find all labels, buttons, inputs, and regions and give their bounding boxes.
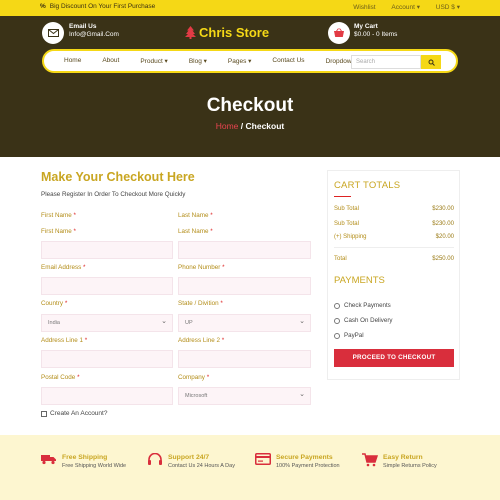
nav-pages[interactable]: Pages ▾	[228, 57, 252, 65]
top-bar: % Big Discount On Your First Purchase Wis…	[0, 0, 500, 16]
payment-paypal[interactable]: PayPal	[334, 332, 364, 339]
first-name-label: First Name *	[41, 228, 76, 235]
cart-label: My Cart	[354, 23, 378, 30]
cart-row: Sub Total $230.00	[334, 221, 454, 227]
country-select[interactable]: India	[41, 314, 173, 332]
payments-title: PAYMENTS	[334, 275, 385, 286]
cart-value: $0.00 - 0 Items	[354, 31, 398, 38]
breadcrumb: Home / Checkout	[0, 121, 500, 131]
feature-title: Support 24/7	[168, 454, 210, 461]
basket-icon[interactable]	[328, 22, 350, 44]
email-value[interactable]: Info@Gmail.Com	[69, 31, 119, 39]
phone-label: Phone Number *	[178, 264, 225, 271]
wishlist-link[interactable]: Wishlist	[353, 4, 375, 11]
state-label: State / Divition *	[178, 300, 223, 307]
feature-title: Secure Payments	[276, 454, 333, 461]
cart-row: (+) Shipping $20.00	[334, 234, 454, 240]
checkout-form-subtitle: Please Register In Order To Checkout Mor…	[41, 191, 186, 198]
cart-icon	[362, 453, 378, 467]
nav-contact[interactable]: Contact Us	[272, 57, 304, 65]
feature-support: Support 24/7 Contact Us 24 Hours A Day	[147, 453, 235, 470]
radio-button[interactable]	[334, 302, 340, 309]
cart-row: Sub Total $230.00	[334, 206, 454, 212]
feature-free-shipping: Free Shipping Free Shipping World Wide	[41, 453, 126, 470]
create-account-row[interactable]: Create An Account?	[41, 410, 107, 417]
postal-field[interactable]	[41, 387, 173, 405]
card-icon	[255, 453, 271, 465]
page-title: Checkout	[206, 95, 294, 116]
first-name-field[interactable]	[41, 241, 173, 259]
email-field[interactable]	[41, 277, 173, 295]
headset-icon	[148, 453, 162, 465]
address1-field[interactable]	[41, 350, 173, 368]
first-name-label: First Name *	[41, 212, 76, 219]
breadcrumb-current: Checkout	[245, 121, 285, 131]
truck-icon	[41, 455, 56, 465]
search-button[interactable]	[421, 55, 441, 69]
cart-totals-panel: CART TOTALS Sub Total $230.00 Sub Total $2…	[327, 170, 460, 380]
last-name-label: Last Name *	[178, 228, 213, 235]
feature-title: Easy Return	[383, 454, 423, 461]
address1-label: Address Line 1 *	[41, 337, 88, 344]
promo-text: Big Discount On Your First Purchase	[49, 3, 156, 10]
logo-text: Chris Store	[199, 25, 270, 40]
email-info: Email Us Info@Gmail.Com	[69, 23, 119, 39]
cart-totals-title: CART TOTALS	[334, 180, 401, 191]
radio-button[interactable]	[334, 317, 340, 324]
divider	[334, 247, 454, 248]
main-nav: Home About Product ▾ Blog ▾ Pages ▾ Cont…	[42, 49, 458, 73]
payment-check[interactable]: Check Payments	[334, 302, 391, 309]
state-select[interactable]: UP	[178, 314, 311, 332]
cart-total-row: Total $250.00	[334, 256, 454, 262]
feature-subtitle: Free Shipping World Wide	[62, 463, 127, 469]
create-account-checkbox[interactable]	[41, 410, 47, 417]
store-logo[interactable]: Chris Store	[185, 25, 269, 40]
feature-subtitle: Simple Returns Policy	[383, 463, 437, 469]
last-name-field[interactable]	[178, 241, 311, 259]
account-dropdown[interactable]: Account ▾	[391, 4, 420, 11]
tree-icon	[185, 26, 196, 39]
search-input[interactable]: Search	[351, 55, 421, 69]
company-label: Company *	[178, 374, 210, 381]
nav-about[interactable]: About	[102, 57, 119, 65]
top-links: Wishlist Account ▾ USD $ ▾	[339, 3, 460, 11]
percent-icon: %	[40, 3, 46, 10]
currency-dropdown[interactable]: USD $ ▾	[436, 4, 460, 11]
search-icon	[428, 59, 435, 66]
last-name-label: Last Name *	[178, 212, 213, 219]
title-underline	[334, 196, 351, 197]
create-account-label: Create An Account?	[50, 410, 108, 417]
feature-title: Free Shipping	[62, 454, 108, 461]
mail-icon	[42, 22, 64, 44]
breadcrumb-home[interactable]: Home	[216, 121, 239, 131]
header: Email Us Info@Gmail.Com Chris Store My C…	[0, 16, 500, 157]
feature-secure-payments: Secure Payments 100% Payment Protection	[255, 453, 340, 470]
company-select[interactable]: Microsoft	[178, 387, 311, 405]
feature-easy-return: Easy Return Simple Returns Policy	[362, 453, 437, 470]
nav-blog[interactable]: Blog ▾	[189, 57, 207, 65]
breadcrumb-separator: /	[238, 121, 246, 131]
feature-subtitle: Contact Us 24 Hours A Day	[168, 463, 235, 469]
payment-cod[interactable]: Cash On Delivery	[334, 317, 393, 324]
feature-subtitle: 100% Payment Protection	[276, 463, 340, 469]
radio-button[interactable]	[334, 332, 340, 339]
address2-label: Address Line 2 *	[178, 337, 225, 344]
nav-product[interactable]: Product ▾	[140, 57, 167, 65]
phone-field[interactable]	[178, 277, 311, 295]
checkout-form-title: Make Your Checkout Here	[41, 170, 195, 184]
proceed-to-checkout-button[interactable]: PROCEED TO CHECKOUT	[334, 349, 454, 367]
country-label: Country *	[41, 300, 68, 307]
features-bar: Free Shipping Free Shipping World Wide S…	[0, 435, 500, 500]
email-label: Email Address *	[41, 264, 86, 271]
cart-info[interactable]: My Cart $0.00 - 0 Items	[354, 23, 397, 39]
nav-home[interactable]: Home	[64, 57, 81, 65]
postal-label: Postal Code *	[41, 374, 80, 381]
promo: % Big Discount On Your First Purchase	[40, 3, 155, 10]
email-label: Email Us	[69, 23, 97, 30]
address2-field[interactable]	[178, 350, 311, 368]
